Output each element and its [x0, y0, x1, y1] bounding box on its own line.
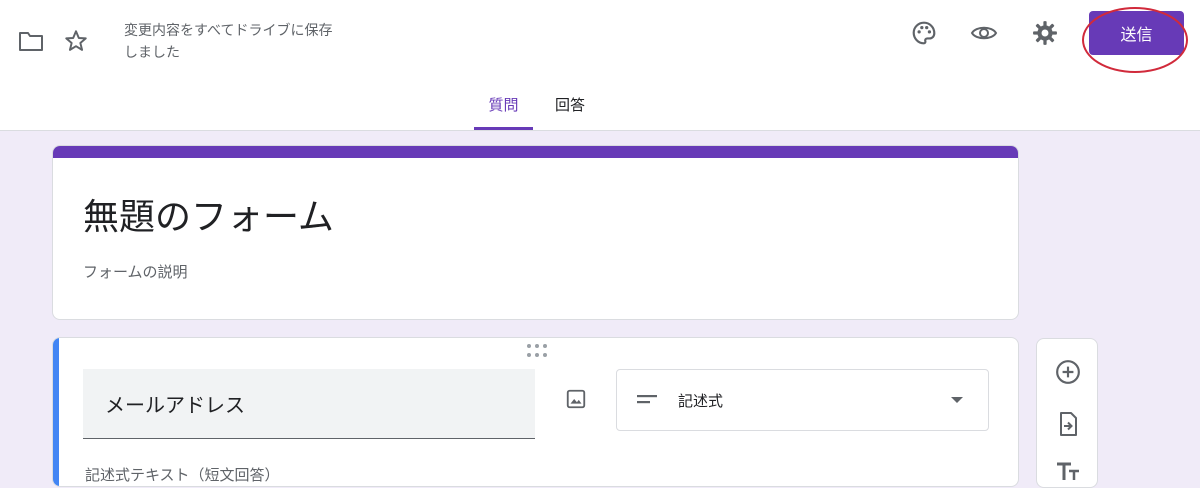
answer-placeholder: 記述式テキスト（短文回答）: [85, 466, 280, 484]
star-icon: [65, 30, 87, 51]
form-title-card: 無題のフォーム フォームの説明: [52, 145, 1019, 320]
tab-questions[interactable]: 質問: [474, 94, 533, 130]
gear-icon: [1033, 21, 1057, 45]
header-bar: 変更内容をすべてドライブに保存しました 送信 質問 回答: [0, 0, 1200, 131]
tab-responses[interactable]: 回答: [548, 94, 592, 130]
import-questions-button[interactable]: [1053, 409, 1083, 439]
question-type-select[interactable]: 記述式: [616, 369, 989, 431]
image-icon: [566, 389, 586, 409]
preview-button[interactable]: [964, 13, 1004, 53]
form-title[interactable]: 無題のフォーム: [83, 188, 334, 240]
settings-button[interactable]: [1025, 13, 1065, 53]
active-question-indicator: [53, 338, 59, 486]
folder-button[interactable]: [11, 21, 51, 61]
folder-icon: [19, 32, 43, 51]
add-title-icon: [1057, 462, 1079, 480]
import-questions-icon: [1060, 412, 1077, 436]
short-answer-icon: [637, 395, 657, 404]
accent-bar: [53, 146, 1018, 158]
floating-toolbar: [1036, 338, 1098, 488]
question-title-input[interactable]: メールアドレス: [83, 369, 535, 439]
add-image-button[interactable]: [561, 384, 591, 414]
eye-icon: [970, 26, 998, 40]
add-title-button[interactable]: [1053, 457, 1083, 487]
send-button[interactable]: 送信: [1089, 11, 1184, 55]
question-card: メールアドレス 記述式 記述式テキスト（短文回答）: [52, 337, 1019, 487]
star-button[interactable]: [56, 21, 96, 61]
add-question-button[interactable]: [1053, 357, 1083, 387]
drag-handle-icon[interactable]: [525, 344, 549, 358]
form-description[interactable]: フォームの説明: [83, 261, 188, 282]
question-type-label: 記述式: [678, 392, 724, 410]
palette-button[interactable]: [904, 13, 944, 53]
palette-icon: [912, 21, 936, 45]
chevron-down-icon: [951, 397, 963, 403]
add-question-icon: [1056, 360, 1080, 384]
save-status-text: 変更内容をすべてドライブに保存しました: [124, 23, 333, 61]
